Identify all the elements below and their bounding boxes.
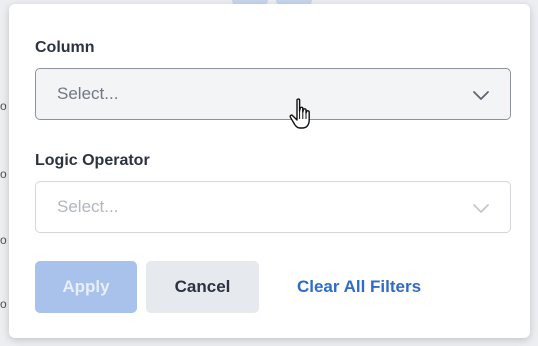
filter-panel: Column Select... Logic Operator Select..… — [9, 4, 530, 338]
logic-operator-label: Logic Operator — [35, 152, 150, 169]
apply-button[interactable]: Apply — [35, 261, 137, 313]
hand-pointer-cursor-icon — [289, 98, 310, 129]
chevron-down-icon — [473, 91, 489, 100]
clear-all-filters-link[interactable]: Clear All Filters — [279, 261, 439, 313]
chevron-down-icon — [473, 204, 489, 213]
logic-operator-select-placeholder: Select... — [57, 197, 119, 216]
cancel-button[interactable]: Cancel — [146, 261, 259, 313]
column-select-placeholder: Select... — [57, 84, 119, 103]
logic-operator-select[interactable]: Select... — [35, 181, 511, 233]
column-select[interactable]: Select... — [35, 68, 511, 120]
column-label: Column — [35, 39, 95, 56]
